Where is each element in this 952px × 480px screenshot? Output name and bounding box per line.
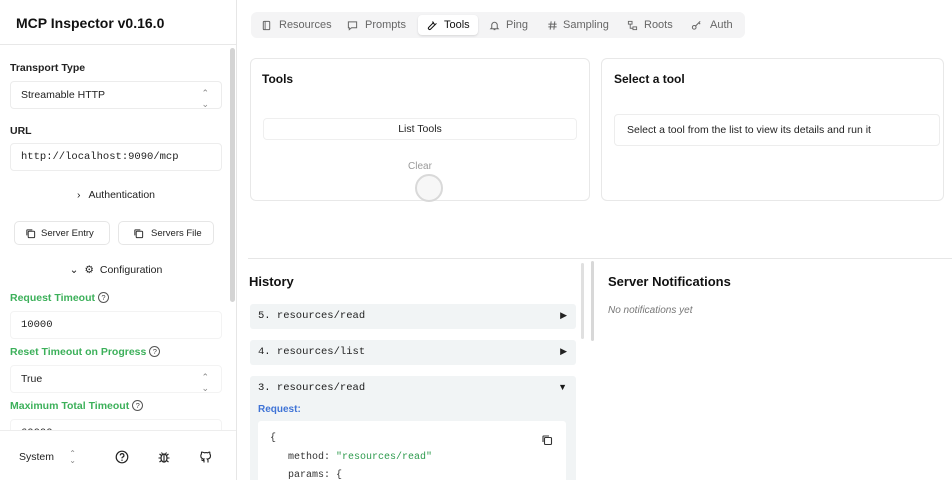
request-label: Request: — [258, 404, 301, 415]
url-value: http://localhost:9090/mcp — [21, 151, 179, 163]
updown-chevron-icon: ⌃ ⌄ — [201, 372, 209, 393]
bug-icon[interactable] — [157, 450, 171, 464]
gear-icon: ⚙ — [84, 264, 94, 276]
clear-button[interactable]: Clear — [251, 161, 589, 172]
tab-roots[interactable]: Roots — [623, 15, 678, 35]
tab-prompts[interactable]: Prompts — [343, 15, 411, 35]
copy-icon — [26, 229, 36, 239]
collapse-arrow-icon: ▼ — [558, 382, 567, 392]
max-timeout-text: Maximum Total Timeout — [10, 400, 130, 412]
history-item-label: 5. resources/read — [258, 310, 366, 322]
tab-ping-label: Ping — [506, 19, 529, 31]
theme-value: System — [19, 451, 55, 463]
request-timeout-label: Request Timeout? — [10, 292, 109, 304]
transport-type-label: Transport Type — [10, 62, 86, 74]
reset-timeout-text: Reset Timeout on Progress — [10, 346, 147, 358]
history-scrollbar[interactable] — [581, 263, 584, 339]
help-icon[interactable]: ? — [97, 292, 109, 303]
tab-tools[interactable]: Tools — [418, 15, 478, 35]
server-notifications-title: Server Notifications — [608, 274, 731, 289]
message-icon — [347, 21, 358, 31]
tab-sampling-label: Sampling — [563, 19, 609, 31]
folder-tree-icon — [627, 20, 638, 31]
updown-chevron-icon: ⌃ ⌄ — [201, 88, 209, 109]
reset-timeout-select[interactable]: True ⌃ ⌄ — [10, 365, 222, 393]
chevron-right-icon: › — [76, 189, 81, 201]
servers-file-button[interactable]: Servers File — [118, 221, 214, 245]
server-entry-label: Server Entry — [41, 228, 94, 239]
history-item[interactable]: 4. resources/list ▶ — [250, 340, 576, 365]
history-item-label: 4. resources/list — [258, 346, 366, 358]
wrench-icon — [427, 21, 437, 31]
help-icon[interactable]: ? — [132, 400, 144, 411]
copy-icon[interactable] — [541, 434, 553, 446]
tab-auth-label: Auth — [710, 19, 733, 31]
request-timeout-value: 10000 — [21, 319, 53, 331]
reset-timeout-value: True — [21, 373, 43, 385]
updown-chevron-icon: ⌃ ⌄ — [69, 449, 76, 465]
expand-arrow-icon: ▶ — [560, 346, 567, 356]
tab-resources[interactable]: Resources — [257, 15, 335, 35]
select-tool-hint: Select a tool from the list to view its … — [614, 114, 940, 146]
tab-roots-label: Roots — [644, 19, 673, 31]
hash-icon — [548, 21, 557, 30]
sidebar-scrollbar[interactable] — [230, 48, 235, 302]
tab-auth[interactable]: Auth — [687, 15, 737, 35]
configuration-label: Configuration — [99, 264, 163, 276]
select-tool-title: Select a tool — [614, 72, 685, 86]
code-key: method: — [288, 452, 331, 463]
max-timeout-label: Maximum Total Timeout? — [10, 400, 144, 412]
request-code-block: { method: "resources/read" params: { — [258, 421, 566, 480]
code-string: "resources/read" — [336, 452, 433, 463]
request-timeout-text: Request Timeout — [10, 292, 95, 304]
tools-panel-title: Tools — [262, 72, 294, 86]
authentication-toggle[interactable]: › Authentication — [10, 183, 222, 209]
configuration-toggle[interactable]: ⌄ ⚙ Configuration — [10, 258, 222, 284]
transport-type-select[interactable]: Streamable HTTP ⌃ ⌄ — [10, 81, 222, 109]
chevron-down-icon: ⌄ — [69, 264, 79, 276]
expand-arrow-icon: ▶ — [560, 310, 567, 320]
tab-sampling[interactable]: Sampling — [543, 15, 613, 35]
bell-icon — [489, 21, 500, 31]
history-item-label: 3. resources/read — [258, 382, 366, 394]
tab-resources-label: Resources — [279, 19, 332, 31]
authentication-label: Authentication — [88, 189, 156, 201]
app-title: MCP Inspector v0.16.0 — [16, 15, 165, 31]
reset-timeout-label: Reset Timeout on Progress? — [10, 346, 161, 358]
url-label: URL — [10, 125, 32, 137]
panel-divider[interactable] — [248, 258, 952, 259]
select-tool-panel: Select a tool Select a tool from the lis… — [601, 58, 944, 201]
file-icon — [262, 20, 271, 31]
code-line: params: { — [288, 470, 343, 480]
tab-prompts-label: Prompts — [365, 19, 406, 31]
list-tools-button[interactable]: List Tools — [263, 118, 577, 140]
github-icon[interactable] — [199, 450, 213, 464]
key-icon — [691, 21, 701, 30]
copy-icon — [134, 229, 144, 239]
tab-tools-label: Tools — [444, 19, 470, 31]
loading-spinner — [415, 174, 443, 202]
request-timeout-input[interactable]: 10000 — [10, 311, 222, 339]
history-title: History — [249, 274, 294, 289]
help-circle-icon[interactable] — [115, 450, 129, 464]
sidebar: MCP Inspector v0.16.0 Transport Type Str… — [0, 0, 237, 480]
vertical-resize-handle[interactable] — [591, 261, 594, 341]
tools-panel: Tools List Tools Clear — [250, 58, 590, 202]
tab-bar: Resources Prompts Tools Ping Sampling Ro… — [251, 12, 745, 38]
tab-ping[interactable]: Ping — [485, 15, 535, 35]
history-item-expanded[interactable]: 3. resources/read ▼ Request: { method: "… — [250, 376, 576, 480]
code-line: { — [270, 433, 277, 444]
sidebar-footer: System ⌃ ⌄ — [0, 430, 236, 480]
no-notifications-text: No notifications yet — [608, 305, 693, 316]
help-icon[interactable]: ? — [149, 346, 161, 357]
servers-file-label: Servers File — [151, 228, 202, 239]
url-input[interactable]: http://localhost:9090/mcp — [10, 143, 222, 171]
theme-select[interactable]: System ⌃ ⌄ — [10, 446, 82, 470]
transport-type-value: Streamable HTTP — [21, 89, 106, 101]
sidebar-divider — [0, 44, 236, 45]
code-line: method: "resources/read" — [288, 452, 432, 463]
server-entry-button[interactable]: Server Entry — [14, 221, 110, 245]
history-item[interactable]: 5. resources/read ▶ — [250, 304, 576, 329]
